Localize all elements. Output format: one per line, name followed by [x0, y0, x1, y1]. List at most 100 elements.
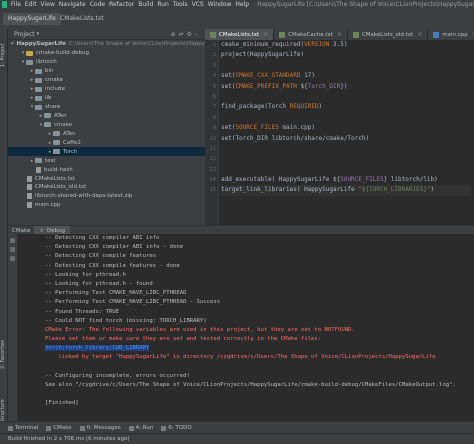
menu-bar: File Edit View Navigate Code Refactor Build Run… [9, 1, 251, 8]
line-number: 5 [212, 83, 216, 90]
tab-cmakelists-old-txt[interactable]: CMakeLists_old.txt × [348, 29, 429, 40]
folder-icon [44, 122, 51, 128]
console-text: -- Looking for pthread.h - found [45, 280, 153, 287]
tree-item-libtorch[interactable]: ▾ libtorch [8, 58, 205, 67]
tab-cmakelists-txt[interactable]: CMakeLists.txt × [205, 29, 275, 40]
tree-item-share[interactable]: ▾ share [8, 103, 205, 112]
tree-item-caffe2[interactable]: ▸ Caffe2 [8, 138, 205, 147]
code-line[interactable]: set(CMAKE_CXX_STANDARD 17) [221, 71, 471, 81]
menu-item-edit[interactable]: Edit [23, 1, 39, 8]
code-area[interactable]: cmake_minimum_required(VERSION 3.5) proje… [221, 40, 471, 196]
code-line[interactable]: set(Torch_DIR libtorch/share/cmake/Torch… [221, 134, 471, 144]
menu-item-refactor[interactable]: Refactor [107, 1, 136, 8]
stop-icon[interactable] [10, 247, 15, 252]
code-token: } libtorch/lib) [383, 176, 438, 184]
cpp-file-icon [433, 31, 440, 38]
favorites-tool-button[interactable]: 2: Favorites [0, 329, 7, 379]
tree-item-cmake[interactable]: ▸ cmake [8, 76, 205, 85]
menu-item-run[interactable]: Run [155, 1, 171, 8]
tree-item-lib[interactable]: ▸ lib [8, 94, 205, 103]
tree-item-cmake[interactable]: ▾ cmake [8, 120, 205, 129]
breadcrumb-project[interactable]: HappySugarLife [3, 13, 61, 25]
code-line[interactable] [221, 92, 471, 102]
code-line[interactable] [221, 61, 471, 71]
menu-item-build[interactable]: Build [136, 1, 155, 8]
tree-item-include[interactable]: ▸ include [8, 85, 205, 94]
chevron-down-icon[interactable]: ▾ [11, 41, 14, 47]
cmake-console-output[interactable]: -- Detecting CXX compiler ABI info -- Det… [18, 234, 474, 421]
hide-icon[interactable]: – [195, 31, 201, 38]
menu-item-navigate[interactable]: Navigate [57, 1, 88, 8]
console-text: -- Detecting CXX compiler ABI info - don… [45, 244, 184, 251]
code-line[interactable] [221, 113, 471, 123]
code-line[interactable]: set(CMAKE_PREFIX_PATH ${Torch_DIR}) [221, 82, 471, 92]
code-token: add_executable( HappySugarLife ${ [221, 176, 341, 184]
tree-item-build-hash[interactable]: build-hash [8, 165, 205, 174]
menu-item-file[interactable]: File [9, 1, 23, 8]
code-line[interactable]: project(HappySugarLife) [221, 50, 471, 60]
reload-icon[interactable] [10, 238, 15, 243]
close-icon[interactable]: × [39, 228, 44, 234]
chevron-down-icon[interactable]: ▾ [37, 31, 40, 37]
cmake-tool-label[interactable]: CMake [8, 228, 34, 234]
code-line[interactable]: cmake_minimum_required(VERSION 3.5) [221, 40, 471, 50]
tab-label: main.cpp [442, 31, 468, 38]
menu-item-tools[interactable]: Tools [171, 1, 190, 8]
close-icon[interactable]: × [417, 31, 422, 38]
console-line: -- Found Threads: TRUE [18, 308, 474, 317]
tab-debug-label: Debug [46, 227, 66, 234]
locate-icon[interactable]: ⊕ [171, 31, 179, 38]
console-text: -- Detecting CXX compile features [45, 253, 157, 260]
code-line[interactable]: add_executable( HappySugarLife ${SOURCE_… [221, 175, 471, 185]
status-bar: Build finished in 2 s 706 ms (6 minutes … [0, 433, 474, 444]
line-number: 14 [209, 177, 216, 184]
close-icon[interactable]: × [263, 31, 268, 38]
tool-0-messages[interactable]: 0: Messages [79, 425, 121, 431]
breadcrumb-file[interactable]: CMakeLists.txt [60, 15, 104, 22]
file-icon [36, 166, 41, 173]
tool-4-run[interactable]: 4: Run [128, 425, 153, 431]
tree-item-cmakelists-old-txt[interactable]: CMakeLists_old.txt [8, 183, 205, 192]
menu-item-view[interactable]: View [39, 1, 57, 8]
tree-item-aten[interactable]: ▸ ATen [8, 129, 205, 138]
tree-item-bin[interactable]: ▸ bin [8, 67, 205, 76]
tree-item-main-cpp[interactable]: main.cpp [8, 201, 205, 210]
tab-main-cpp[interactable]: main.cpp× [428, 29, 474, 40]
project-tool-button[interactable]: 1: Project [0, 35, 7, 75]
code-line[interactable]: target_link_libraries( HappySugarLife "$… [221, 185, 471, 196]
console-text: -- Found Threads: TRUE [45, 308, 120, 315]
code-line[interactable]: set(SOURCE_FILES main.cpp) [221, 123, 471, 133]
console-text: -- Performing Test CMAKE_HAVE_LIBC_PTHRE… [45, 299, 221, 306]
collapse-icon[interactable]: ⇌ [179, 31, 187, 38]
console-line: -- Detecting CXX compiler ABI info [18, 234, 474, 243]
tree-item-happysugarlife[interactable]: ▾ HappySugarLife C:\Users\The Shape of Voi… [8, 40, 231, 49]
gear-icon[interactable]: ⚙ [187, 31, 195, 38]
menu-item-window[interactable]: Window [206, 1, 234, 8]
code-line[interactable] [221, 154, 471, 164]
settings-icon[interactable] [10, 256, 15, 261]
console-text: See also "/cygdrive/c/Users/The Shape of… [45, 382, 456, 388]
tree-item-cmake-build-debug[interactable]: ▾ cmake-build-debug [8, 49, 205, 58]
tree-item-libtorch-shared-with-deps-latest-zip[interactable]: libtorch-shared-with-deps-latest.zip [8, 192, 205, 201]
code-line[interactable] [221, 144, 471, 154]
code-line[interactable] [221, 165, 471, 175]
tool-terminal[interactable]: Terminal [8, 425, 38, 431]
tree-item-aten[interactable]: ▸ ATen [8, 112, 205, 121]
menu-item-vcs[interactable]: VCS [190, 1, 206, 8]
code-editor[interactable]: 1 2 3 4 5 6 7 8 9 10 11 12 13 14 15 cmake_minimum_requ… [205, 40, 474, 225]
tree-item-torch[interactable]: ▸ Torch [8, 147, 205, 157]
code-line[interactable]: find_package(Torch REQUIRED) [221, 102, 471, 112]
tab-cmakecache-txt[interactable]: CMakeCache.txt × [274, 29, 348, 40]
tree-item-cmakelists-txt[interactable]: CMakeLists.txt [8, 174, 205, 183]
menu-item-code[interactable]: Code [88, 1, 107, 8]
tree-item-test[interactable]: ▸ test [8, 156, 205, 165]
project-view-selector[interactable]: Project [14, 31, 35, 38]
tool-6-todo[interactable]: 6: TODO [161, 425, 192, 431]
menu-item-help[interactable]: Help [233, 1, 251, 8]
left-tool-strip: 1: Project 2: Favorites 2: Structure [0, 29, 8, 433]
console-text: -- Looking for pthread.h [45, 271, 126, 278]
tool-cmake[interactable]: CMake [46, 425, 72, 431]
line-number: 1 [212, 42, 216, 48]
close-icon[interactable]: × [337, 31, 342, 38]
